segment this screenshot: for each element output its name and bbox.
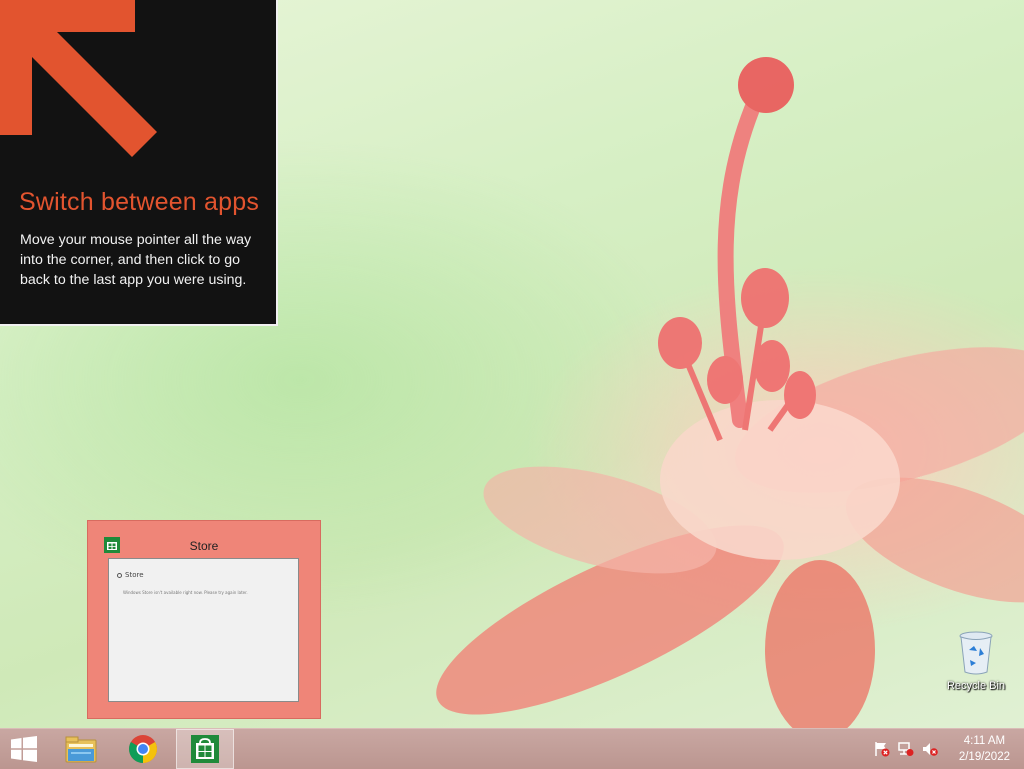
start-button[interactable] (0, 729, 48, 769)
recycle-bin-icon (959, 631, 993, 675)
preview-header-label: Store (125, 571, 144, 579)
thumbnail-preview: Store Windows Store isn't available righ… (108, 558, 299, 702)
taskbar-file-explorer[interactable] (56, 729, 106, 769)
taskbar-store[interactable] (176, 729, 234, 769)
folder-icon (65, 736, 97, 763)
chrome-icon (129, 735, 157, 763)
preview-message: Windows Store isn't available right now.… (123, 590, 248, 595)
network-icon[interactable] (898, 741, 914, 757)
tip-body: Move your mouse pointer all the way into… (20, 232, 252, 288)
preview-header: Store (117, 571, 144, 579)
taskbar-chrome[interactable] (118, 729, 168, 769)
up-left-arrow-icon (0, 0, 157, 157)
taskbar: 4:11 AM 2/19/2022 (0, 728, 1024, 769)
store-icon (191, 735, 219, 763)
recycle-bin-label: Recycle Bin (946, 680, 1006, 692)
tip-title: Switch between apps (19, 188, 260, 216)
switch-apps-tip: Switch between apps Move your mouse poin… (0, 0, 278, 326)
thumbnail-title: Store (189, 539, 219, 553)
back-icon (117, 572, 122, 578)
store-window-thumbnail[interactable]: Store Store Windows Store isn't availabl… (87, 520, 321, 719)
clock-date: 2/19/2022 (958, 751, 1010, 763)
taskbar-clock[interactable]: 4:11 AM 2/19/2022 (959, 733, 1010, 765)
recycle-bin[interactable]: Recycle Bin (940, 630, 1012, 692)
windows-logo-icon (11, 736, 37, 762)
action-center-flag-icon[interactable] (874, 741, 890, 757)
volume-muted-icon[interactable] (922, 741, 938, 757)
clock-time: 4:11 AM (963, 735, 1006, 747)
